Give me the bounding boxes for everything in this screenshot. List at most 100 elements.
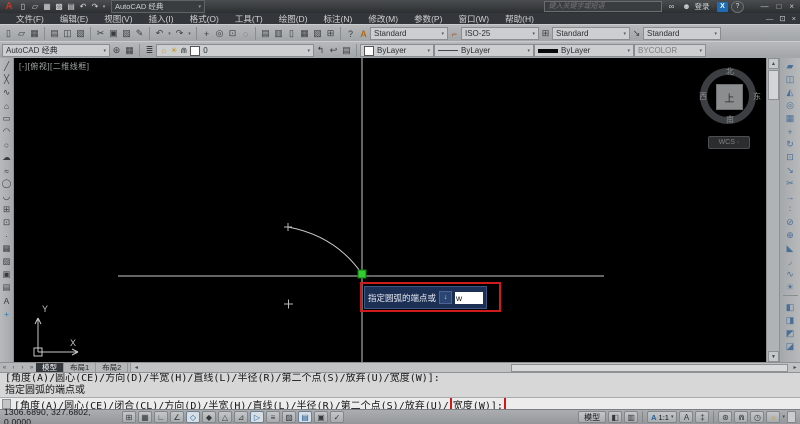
redo-icon[interactable]: ↷: [89, 1, 101, 12]
undo-caret-icon[interactable]: ▾: [166, 27, 173, 40]
ortho-mode-toggle[interactable]: ∟: [154, 411, 168, 423]
save-icon[interactable]: ▦: [28, 27, 41, 40]
offset-icon[interactable]: ◎: [783, 99, 798, 112]
isolate-objects-bulb-icon[interactable]: ☼: [766, 411, 781, 423]
3d-object-snap-toggle[interactable]: ◆: [202, 411, 216, 423]
redo-icon[interactable]: ↷: [173, 27, 186, 40]
properties-icon[interactable]: ▤: [259, 27, 272, 40]
ellipse-arc-icon[interactable]: ◡: [1, 190, 13, 203]
dim-style-dropdown[interactable]: ISO-25 ▾: [461, 27, 539, 40]
move-icon[interactable]: +: [783, 125, 798, 138]
menu-window[interactable]: 窗口(W): [450, 13, 497, 25]
dynamic-ucs-toggle[interactable]: ⊿: [234, 411, 248, 423]
save-workspace-icon[interactable]: ▦: [123, 44, 136, 57]
quick-view-layouts-icon[interactable]: ◧: [608, 411, 623, 423]
help-icon[interactable]: ?: [344, 27, 357, 40]
annotation-monitor-toggle[interactable]: ✓: [330, 411, 344, 423]
zoom-window-icon[interactable]: ⊡: [226, 27, 239, 40]
model-space-button[interactable]: 模型: [578, 411, 607, 423]
maximize-button[interactable]: □: [776, 2, 781, 11]
status-menu-caret-icon[interactable]: ▾: [782, 414, 785, 420]
doc-close-button[interactable]: ×: [792, 14, 796, 23]
chamfer-icon[interactable]: ◣: [783, 242, 798, 255]
viewcube-north-label[interactable]: 北: [698, 66, 762, 77]
plot-preview-icon[interactable]: ◫: [61, 27, 74, 40]
plot-icon[interactable]: ▤: [48, 27, 61, 40]
layer-on-bulb-icon[interactable]: ☼: [160, 46, 167, 55]
save-as-icon[interactable]: ▩: [53, 1, 65, 12]
trim-icon[interactable]: ✂: [783, 177, 798, 190]
workspace-dropdown[interactable]: AutoCAD 经典 ▾: [111, 0, 205, 13]
mleader-style-icon[interactable]: ↘: [630, 27, 643, 40]
lineweight-dropdown[interactable]: ByLayer ▾: [534, 44, 634, 57]
arc-icon[interactable]: ◠: [1, 125, 13, 138]
quick-properties-toggle[interactable]: ▤: [298, 411, 312, 423]
menu-draw[interactable]: 绘图(D): [271, 13, 316, 25]
save-icon[interactable]: ▦: [41, 1, 53, 12]
insert-block-icon[interactable]: ⊞: [1, 203, 13, 216]
layer-lock-icon[interactable]: ⋒: [181, 46, 188, 55]
layer-properties-icon[interactable]: ≣: [143, 44, 156, 57]
menu-view[interactable]: 视图(V): [96, 13, 140, 25]
menu-dimension[interactable]: 标注(N): [316, 13, 361, 25]
open-icon[interactable]: ▱: [15, 27, 28, 40]
copy-icon[interactable]: ▣: [107, 27, 120, 40]
wcs-dropdown[interactable]: WCS ▾: [708, 136, 750, 149]
revcloud-icon[interactable]: ☁: [1, 151, 13, 164]
vertical-scrollbar[interactable]: ▲ ▼: [766, 58, 779, 362]
explode-icon[interactable]: ☀: [783, 281, 798, 294]
vertical-scroll-thumb[interactable]: [768, 70, 779, 100]
linetype-dropdown[interactable]: ByLayer ▾: [434, 44, 534, 57]
annotation-scale-button[interactable]: A 1:1 ▾: [647, 411, 678, 423]
text-style-icon[interactable]: A: [357, 27, 370, 40]
transparency-toggle[interactable]: ▨: [282, 411, 296, 423]
layer-states-icon[interactable]: ▤: [340, 44, 353, 57]
table-style-dropdown[interactable]: Standard ▾: [552, 27, 630, 40]
menu-tools[interactable]: 工具(T): [227, 13, 271, 25]
undo-icon[interactable]: ↶: [77, 1, 89, 12]
gradient-icon[interactable]: ▨: [1, 255, 13, 268]
workspace-settings-icon[interactable]: ⊛: [110, 44, 123, 57]
hatch-icon[interactable]: ▦: [1, 242, 13, 255]
search-input[interactable]: [544, 1, 663, 12]
scroll-left-icon[interactable]: ◂: [131, 363, 141, 373]
horizontal-scrollbar[interactable]: ◂ ▸: [130, 362, 800, 373]
quick-view-drawings-icon[interactable]: ▥: [624, 411, 639, 423]
doc-restore-button[interactable]: ⊡: [779, 14, 785, 23]
designcenter-icon[interactable]: ▥: [272, 27, 285, 40]
color-dropdown[interactable]: ByLayer ▾: [360, 44, 434, 57]
open-icon[interactable]: ▱: [29, 1, 41, 12]
dynamic-input-toggle[interactable]: ▷: [250, 411, 264, 423]
workspace-toolbar-dropdown[interactable]: AutoCAD 经典 ▾: [2, 44, 110, 57]
tab-last-button[interactable]: »: [27, 365, 36, 371]
tab-layout1[interactable]: 布局1: [64, 362, 97, 373]
viewcube-top-face[interactable]: 上: [716, 84, 743, 110]
tab-prev-button[interactable]: ‹: [9, 365, 18, 371]
layer-previous-icon[interactable]: ↩: [327, 44, 340, 57]
exchange-apps-icon[interactable]: X: [716, 1, 728, 12]
tab-model[interactable]: 模型: [36, 362, 64, 373]
sign-in-button[interactable]: ☻ 登录 ▾: [680, 1, 714, 12]
text-style-dropdown[interactable]: Standard ▾: [370, 27, 448, 40]
mirror-icon[interactable]: ◭: [783, 86, 798, 99]
menu-insert[interactable]: 插入(I): [141, 13, 182, 25]
stretch-icon[interactable]: ↘: [783, 164, 798, 177]
performance-icon[interactable]: ◷: [750, 411, 765, 423]
sheet-set-manager-icon[interactable]: ▦: [298, 27, 311, 40]
erase-icon[interactable]: ▰: [783, 60, 798, 73]
mtext-icon[interactable]: A: [1, 294, 13, 307]
pan-icon[interactable]: +: [200, 27, 213, 40]
cut-icon[interactable]: ✂: [94, 27, 107, 40]
break-icon[interactable]: ⊘: [783, 216, 798, 229]
polar-tracking-toggle[interactable]: ∠: [170, 411, 184, 423]
add-selected-icon[interactable]: +: [1, 307, 13, 320]
layer-color-swatch[interactable]: [190, 45, 201, 56]
menu-parametric[interactable]: 参数(P): [406, 13, 450, 25]
tab-first-button[interactable]: «: [0, 365, 9, 371]
table-style-icon[interactable]: ⊞: [539, 27, 552, 40]
viewport-controls[interactable]: [-][俯视][二维线框]: [19, 61, 90, 72]
menu-modify[interactable]: 修改(M): [360, 13, 406, 25]
tab-layout2[interactable]: 布局2: [96, 362, 129, 373]
menu-edit[interactable]: 编辑(E): [52, 13, 96, 25]
viewcube[interactable]: 北 南 西 东 上 WCS ▾: [698, 64, 762, 152]
